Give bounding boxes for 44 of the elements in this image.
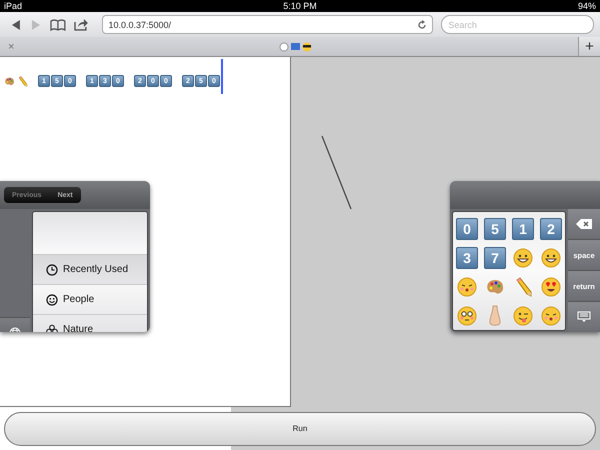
category-picker[interactable]: Recently Used People Nature [32,211,148,332]
keycap-key[interactable]: 5 [484,218,506,240]
tab-favicon [279,42,314,52]
new-tab-button[interactable]: + [578,37,600,56]
delete-key[interactable] [568,209,600,240]
category-label: People [63,294,94,305]
smiley-icon [46,294,58,306]
back-icon[interactable] [10,18,22,30]
bookmarks-icon[interactable] [50,18,66,30]
flushed-face-icon[interactable] [457,306,477,326]
heart-eyes-face-icon[interactable] [541,276,561,296]
palette-icon [4,76,15,86]
search-field[interactable]: Search [441,15,594,34]
flower-icon [46,324,58,332]
category-item[interactable]: People [33,284,147,314]
clock-time: 5:10 PM [283,1,317,11]
kissing-face-icon[interactable] [457,276,477,296]
keycap-key[interactable]: 2 [540,218,562,240]
grinning-face-icon[interactable] [513,248,533,268]
keycap-key[interactable]: 1 [512,218,534,240]
keyboard-icon [577,311,591,323]
run-button[interactable]: Run [4,412,596,446]
keycap-key[interactable]: 0 [456,218,478,240]
close-tab-button[interactable]: × [8,40,14,52]
device-name: iPad [4,1,22,11]
kissing-face-icon[interactable] [541,306,561,326]
keycap-key[interactable]: 7 [484,246,506,268]
grinning-face-icon[interactable] [541,248,561,268]
share-icon[interactable] [74,18,88,31]
pencil-icon [17,76,28,86]
category-item[interactable]: Recently Used [33,254,147,284]
hide-keyboard-key[interactable] [568,302,600,332]
category-label: Nature [63,324,94,332]
tongue-face-icon[interactable] [513,306,533,326]
keycap-key[interactable]: 3 [456,246,478,268]
category-label: Recently Used [63,264,128,275]
category-item[interactable]: Nature [33,314,147,332]
battery-level: 94% [578,1,596,11]
address-field[interactable]: 10.0.0.37:5000/ [102,15,434,34]
clock-icon [46,264,58,276]
reload-icon[interactable] [417,20,428,30]
url-text: 10.0.0.37:5000/ [108,20,172,30]
text-cursor [221,59,223,94]
delete-icon [576,219,592,229]
